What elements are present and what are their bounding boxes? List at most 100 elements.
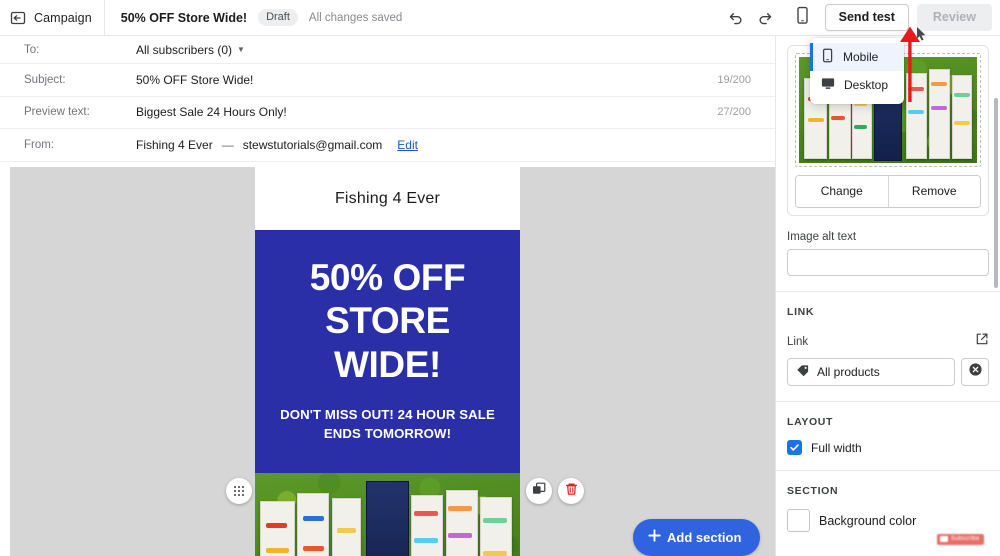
drag-grid-icon xyxy=(233,485,245,497)
form-row-from: From: Fishing 4 Ever — stewstutorials@gm… xyxy=(0,129,775,162)
youtube-icon xyxy=(940,536,948,542)
subscribe-label: Subscribe xyxy=(951,536,980,542)
from-email: stewstutorials@gmail.com xyxy=(242,137,383,152)
link-value-text: All products xyxy=(817,365,880,379)
full-width-label: Full width xyxy=(811,440,862,455)
recipients-value: All subscribers (0) xyxy=(136,42,233,57)
email-preview: Fishing 4 Ever 50% OFF STORE WIDE! DON'T… xyxy=(255,167,520,556)
duplicate-icon xyxy=(532,482,546,501)
background-color-label: Background color xyxy=(819,513,917,528)
section-section-title: SECTION xyxy=(787,485,839,497)
image-alt-text-input[interactable] xyxy=(787,249,989,276)
campaign-header-form: To: All subscribers (0) ▼ Subject: 50% O… xyxy=(0,36,775,167)
campaign-back-button[interactable]: Campaign xyxy=(0,0,105,36)
link-section-title: LINK xyxy=(787,306,815,318)
duplicate-section-button[interactable] xyxy=(526,478,552,504)
link-field: All products xyxy=(787,358,989,386)
tag-icon xyxy=(796,364,810,380)
value-to[interactable]: All subscribers (0) ▼ xyxy=(136,43,245,57)
banner-heading: 50% OFF STORE WIDE! xyxy=(269,256,506,386)
redo-button[interactable] xyxy=(751,3,781,33)
trash-icon xyxy=(565,482,578,501)
tackle-box-center xyxy=(366,480,409,556)
send-test-button[interactable]: Send test xyxy=(824,3,909,32)
divider-section xyxy=(776,470,1000,471)
status-badge: Draft xyxy=(258,9,298,26)
form-row-subject[interactable]: Subject: 50% OFF Store Wide! 19/200 xyxy=(0,64,775,97)
undo-button[interactable] xyxy=(721,3,751,33)
banner-line-1: 50% OFF xyxy=(309,257,466,298)
subject-value: 50% OFF Store Wide! xyxy=(136,72,254,87)
back-arrow-box-icon xyxy=(10,10,26,26)
save-status-text: All changes saved xyxy=(308,11,403,24)
subscribe-badge[interactable]: Subscribe xyxy=(937,534,985,545)
delete-section-button[interactable] xyxy=(558,478,584,504)
email-canvas: Fishing 4 Ever 50% OFF STORE WIDE! DON'T… xyxy=(10,167,775,556)
top-bar: Campaign 50% OFF Store Wide! Draft All c… xyxy=(0,0,1000,36)
banner-line-3: WIDE! xyxy=(334,343,441,385)
label-from: From: xyxy=(24,138,55,151)
campaign-meta: 50% OFF Store Wide! Draft All changes sa… xyxy=(105,9,402,26)
device-menu-label-desktop: Desktop xyxy=(844,78,889,92)
banner-line-2: STORE xyxy=(325,300,450,342)
form-row-preview-text[interactable]: Preview text: Biggest Sale 24 Hours Only… xyxy=(0,97,775,129)
email-brand-header: Fishing 4 Ever xyxy=(255,167,520,230)
banner-subtext-line-1: DON'T MISS OUT! 24 HOUR SALE xyxy=(280,406,495,422)
divider-link xyxy=(776,291,1000,292)
link-value-box[interactable]: All products xyxy=(787,358,955,386)
mouse-pointer xyxy=(916,26,927,46)
background-color-swatch[interactable] xyxy=(787,509,810,532)
layout-section-title: LAYOUT xyxy=(787,416,834,428)
full-width-checkbox-row[interactable]: Full width xyxy=(787,440,989,455)
image-settings-panel: Change Remove Image alt text LINK Link A… xyxy=(775,36,1000,556)
edit-from-link[interactable]: Edit xyxy=(397,138,418,152)
external-link-icon[interactable] xyxy=(975,332,989,351)
link-label: Link xyxy=(787,335,809,348)
redo-icon xyxy=(757,9,774,26)
review-button[interactable]: Review xyxy=(916,3,992,32)
app-root: Campaign 50% OFF Store Wide! Draft All c… xyxy=(0,0,1000,556)
label-to: To: xyxy=(24,43,40,56)
section-drag-handle[interactable] xyxy=(226,478,252,504)
mobile-icon xyxy=(821,48,834,66)
image-alt-text-label: Image alt text xyxy=(787,231,857,243)
campaign-label: Campaign xyxy=(34,10,92,25)
device-preview-wrapper xyxy=(787,3,819,33)
preview-text-char-counter: 27/200 xyxy=(717,106,751,119)
mobile-device-icon xyxy=(795,6,810,30)
device-preview-button[interactable] xyxy=(787,3,819,33)
subject-char-counter: 19/200 xyxy=(717,73,751,86)
clear-link-button[interactable] xyxy=(961,358,989,386)
device-preview-menu: Mobile Desktop xyxy=(810,38,904,104)
right-panel-scrollbar[interactable] xyxy=(994,98,998,288)
email-image-block[interactable] xyxy=(255,473,520,556)
device-menu-label-mobile: Mobile xyxy=(843,50,879,64)
device-menu-item-desktop[interactable]: Desktop xyxy=(810,71,904,99)
divider-layout xyxy=(776,401,1000,402)
link-row: Link xyxy=(787,332,989,351)
add-section-button[interactable]: Add section xyxy=(633,519,761,556)
add-section-label: Add section xyxy=(667,529,742,545)
chevron-down-icon: ▼ xyxy=(237,44,245,54)
change-image-button[interactable]: Change xyxy=(796,176,888,207)
form-row-to: To: All subscribers (0) ▼ xyxy=(0,36,775,64)
undo-icon xyxy=(727,9,744,26)
from-value: Fishing 4 Ever — stewstutorials@gmail.co… xyxy=(136,138,418,152)
clear-circle-icon xyxy=(968,362,983,382)
email-promo-banner[interactable]: 50% OFF STORE WIDE! DON'T MISS OUT! 24 H… xyxy=(255,230,520,474)
background-color-row[interactable]: Background color xyxy=(787,509,989,532)
remove-image-button[interactable]: Remove xyxy=(887,176,980,207)
banner-subtext: DON'T MISS OUT! 24 HOUR SALE ENDS TOMORR… xyxy=(269,406,506,443)
top-bar-actions: Send test Review xyxy=(721,3,1000,33)
label-subject: Subject: xyxy=(24,73,66,86)
plus-icon xyxy=(648,529,661,545)
device-menu-item-mobile[interactable]: Mobile xyxy=(810,43,904,71)
from-separator: — xyxy=(221,137,234,152)
campaign-title: 50% OFF Store Wide! xyxy=(120,10,248,25)
desktop-icon xyxy=(821,76,835,94)
image-actions: Change Remove xyxy=(795,175,981,208)
preview-text-value: Biggest Sale 24 Hours Only! xyxy=(136,105,287,120)
from-name: Fishing 4 Ever xyxy=(136,137,213,152)
label-preview-text: Preview text: xyxy=(24,106,90,119)
banner-subtext-line-2: ENDS TOMORROW! xyxy=(323,425,452,441)
